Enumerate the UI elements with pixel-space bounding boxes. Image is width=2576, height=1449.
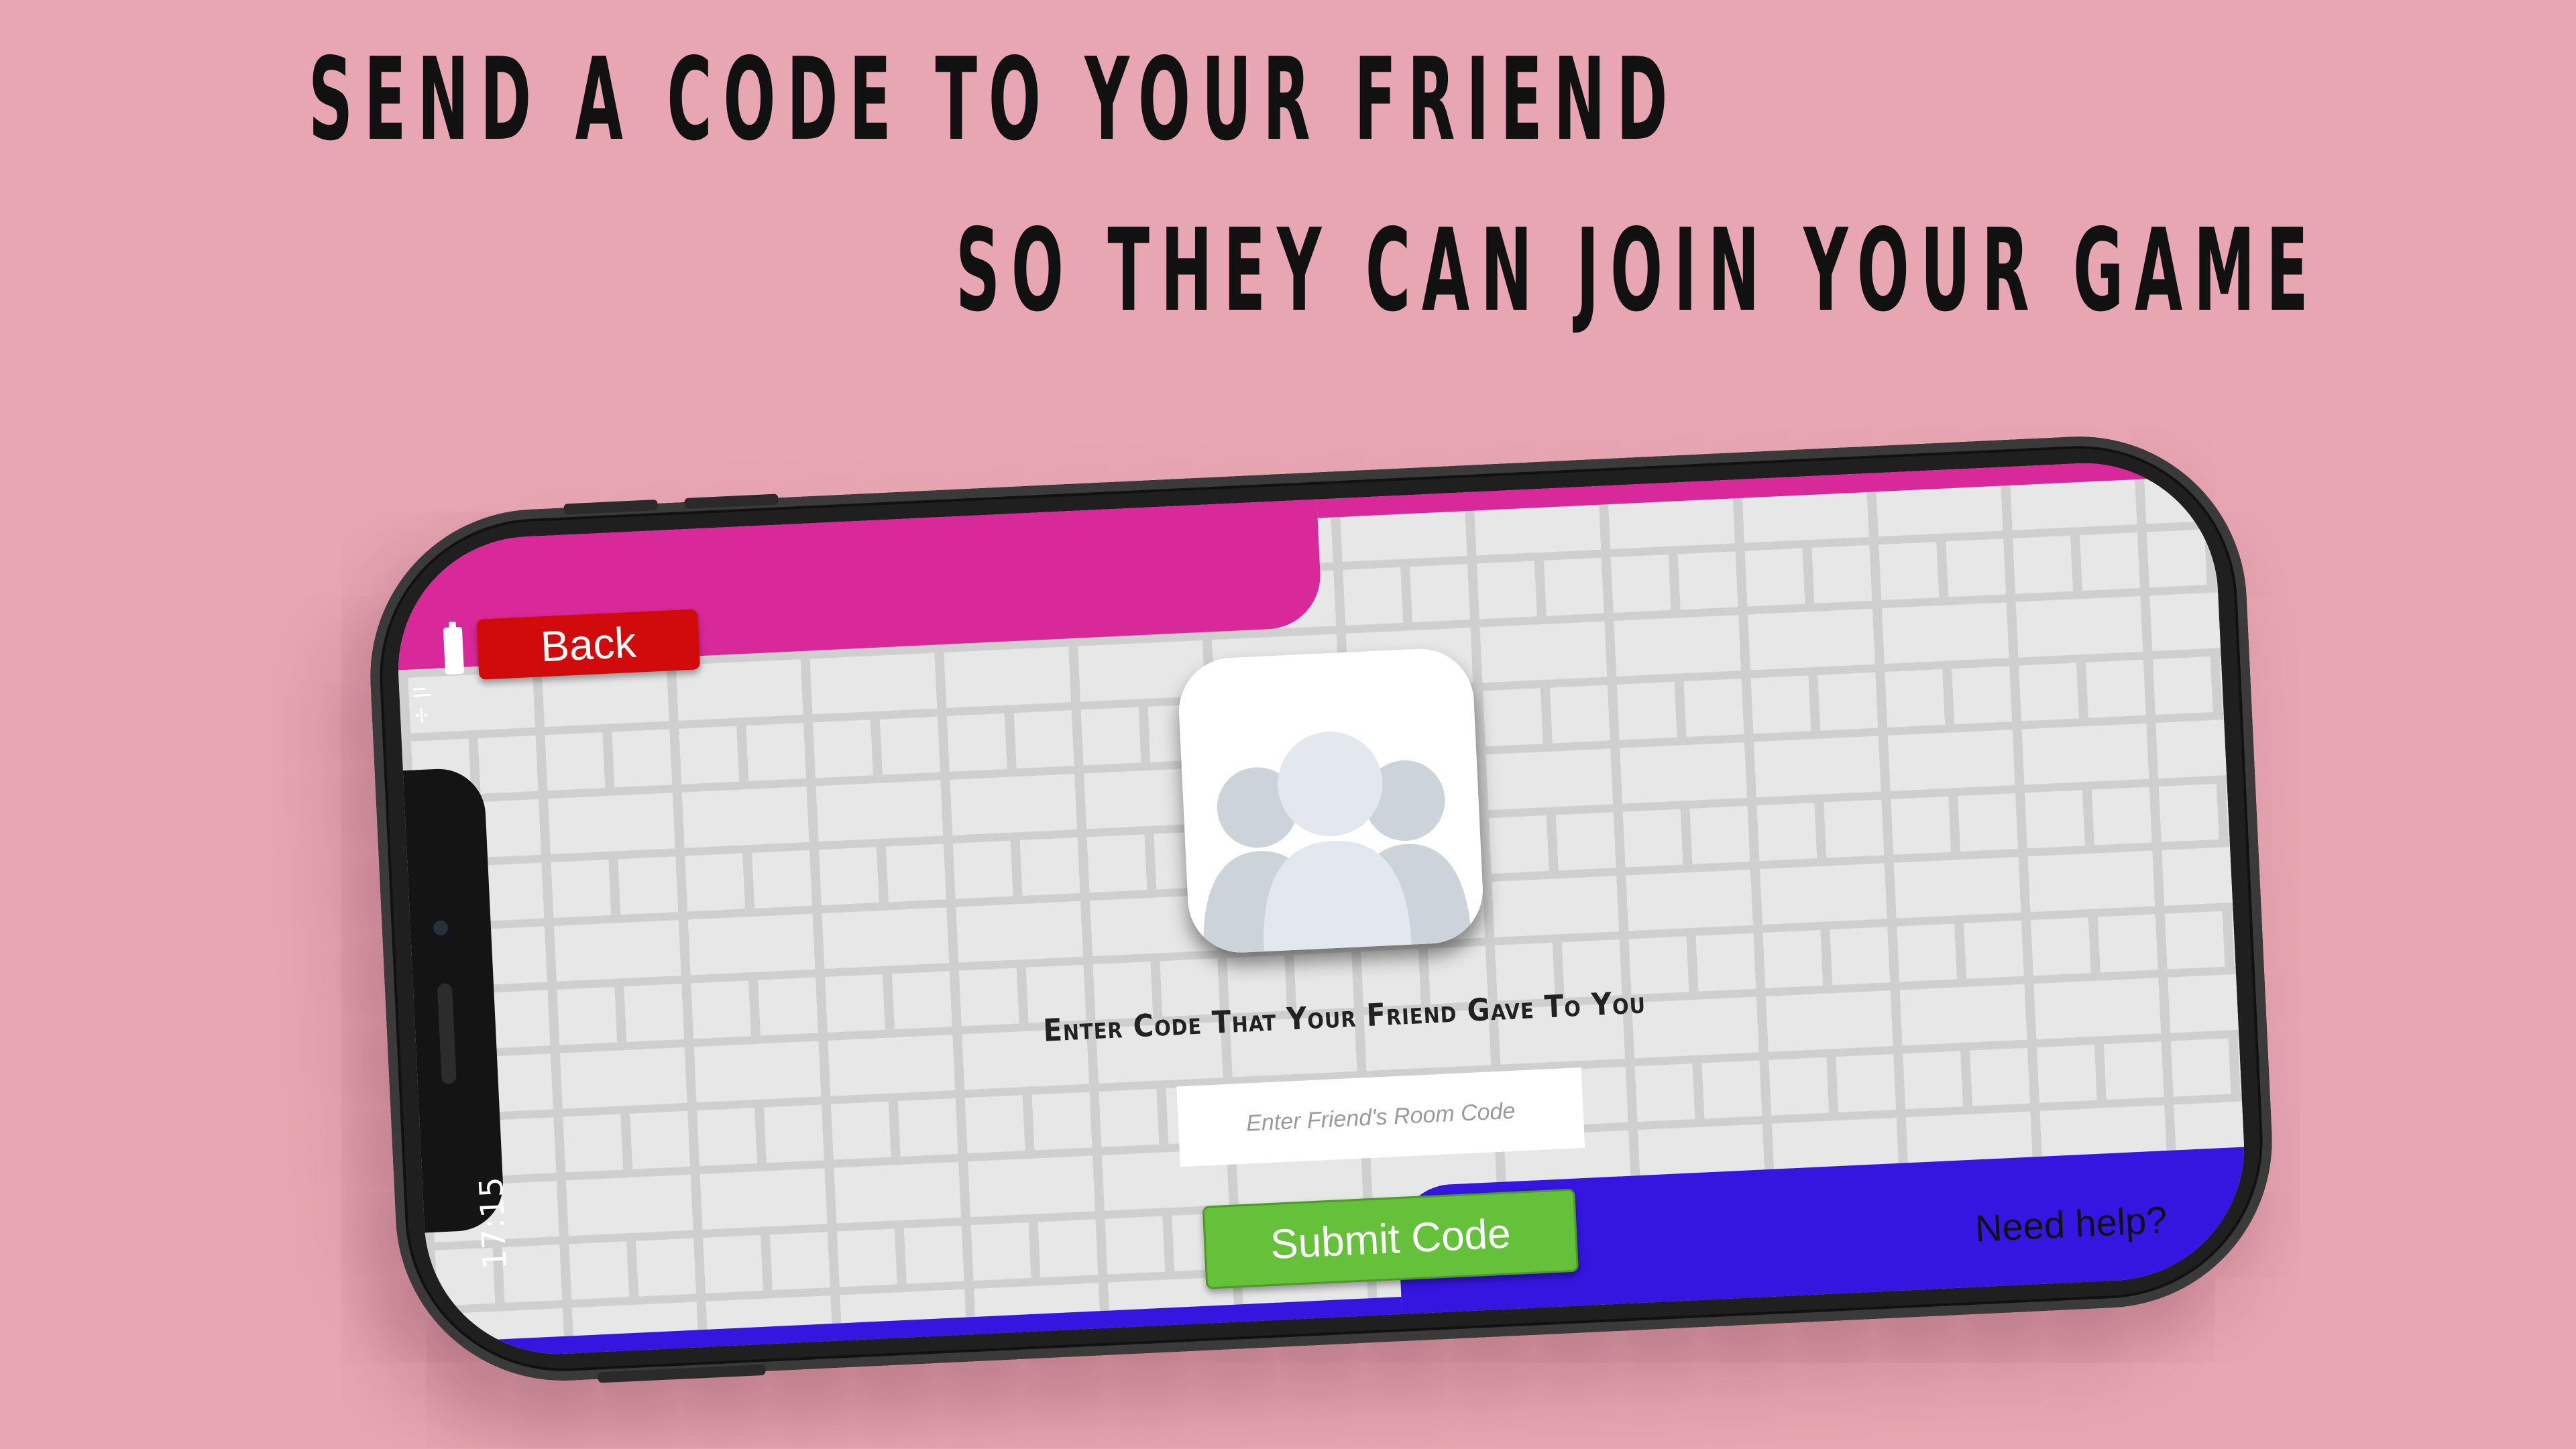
phone-screen: ıl ÷ 17:15 Back Enter Code That Your Fri… <box>392 457 2251 1360</box>
need-help-link[interactable]: Need help? <box>1974 1198 2168 1250</box>
group-avatar-icon <box>1176 646 1486 955</box>
top-banner-strip <box>1317 457 2213 518</box>
power-button <box>598 1364 766 1383</box>
back-button[interactable]: Back <box>476 609 701 680</box>
volume-button <box>684 494 779 510</box>
volume-button <box>563 499 658 515</box>
phone-notch <box>402 766 506 1233</box>
battery-icon <box>443 626 465 675</box>
group-silhouette-icon <box>1203 732 1472 955</box>
signal-icon: ıl ÷ <box>406 685 436 726</box>
submit-code-button[interactable]: Submit Code <box>1202 1188 1579 1289</box>
device-area: ıl ÷ 17:15 Back Enter Code That Your Fri… <box>0 0 2576 1449</box>
status-time: 17:15 <box>472 1176 514 1271</box>
camera-icon <box>429 916 453 940</box>
bottom-banner-strip <box>430 1297 1402 1360</box>
phone-frame: ıl ÷ 17:15 Back Enter Code That Your Fri… <box>362 428 2280 1389</box>
speaker-grille <box>437 983 457 1085</box>
